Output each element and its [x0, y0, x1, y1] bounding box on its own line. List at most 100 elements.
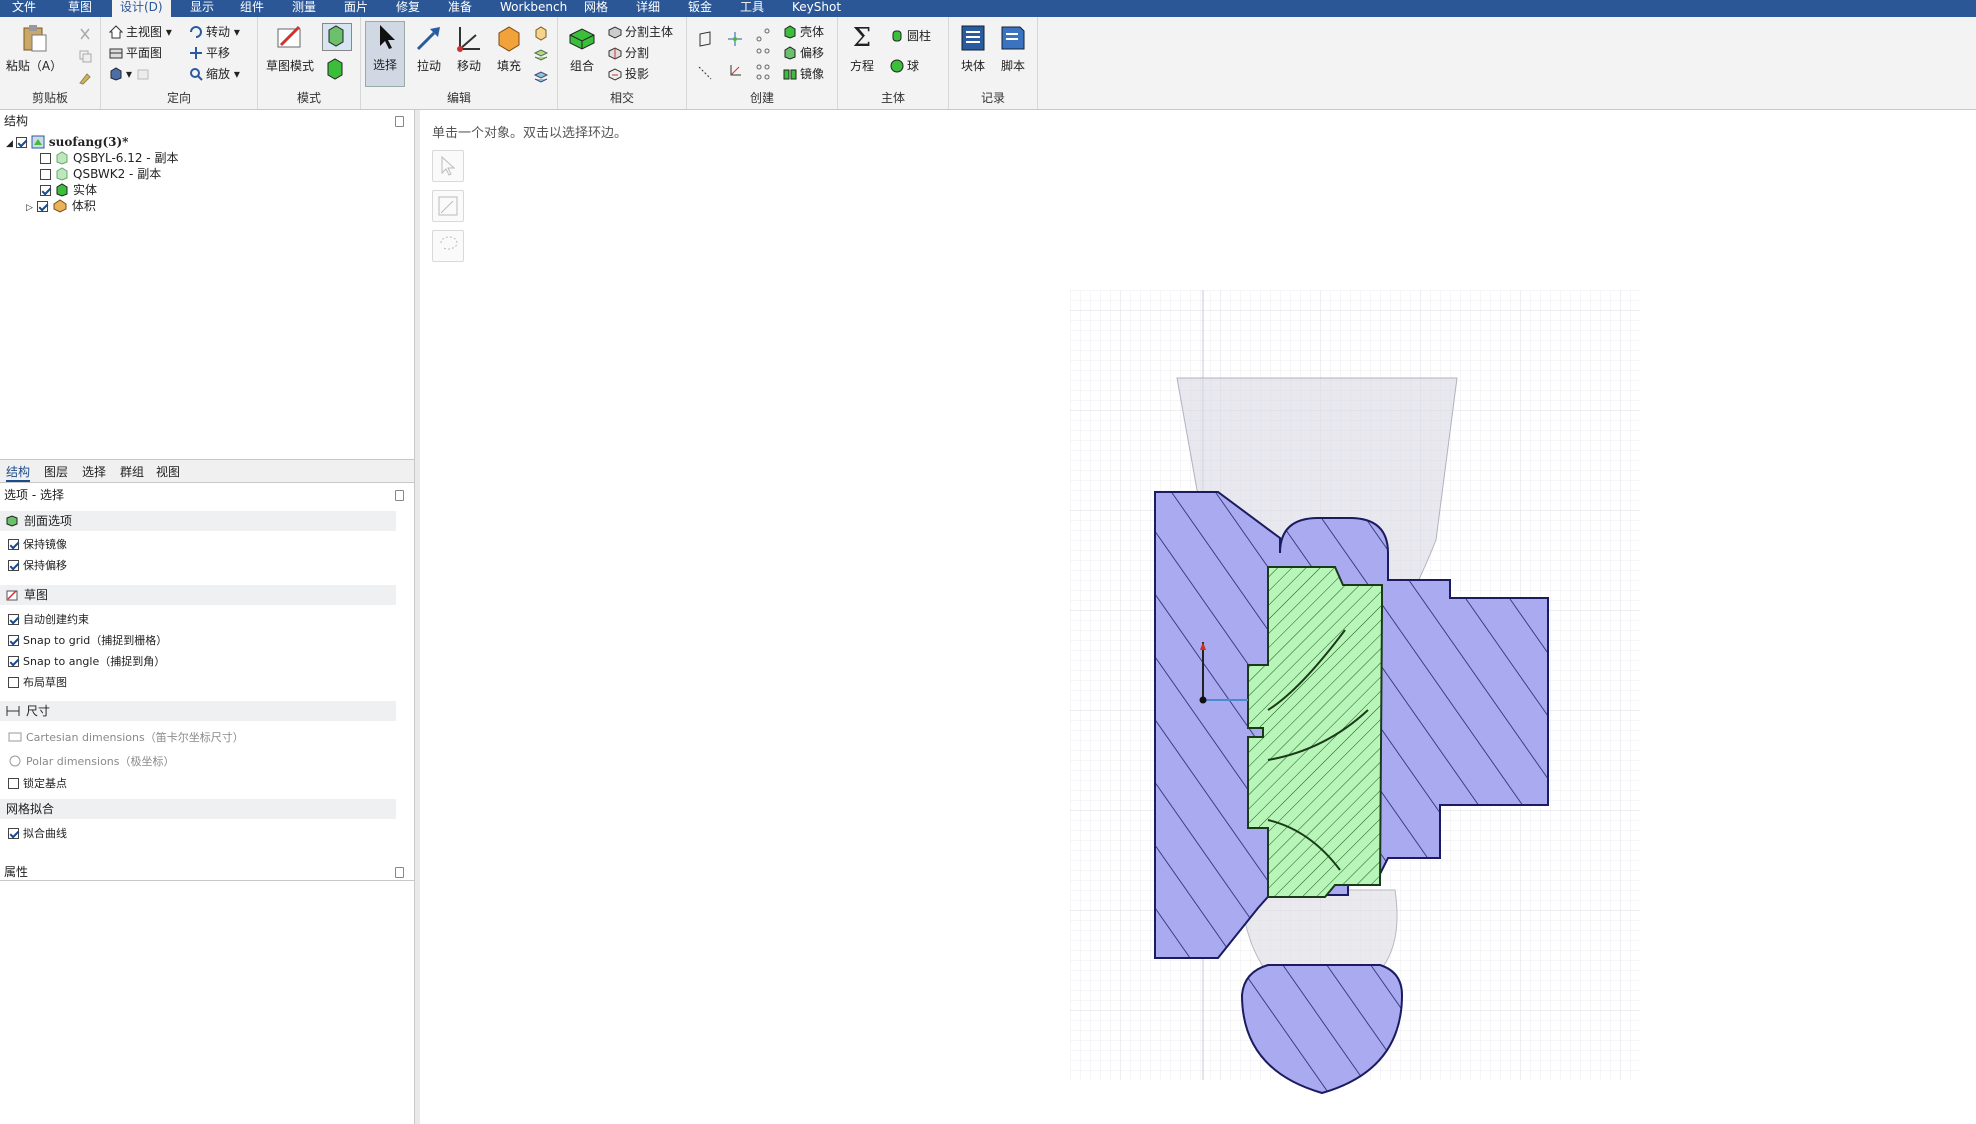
tree-item-qsbyl[interactable]: QSBYL-6.12 - 副本 — [40, 150, 178, 166]
tree-item-solid[interactable]: 实体 — [40, 182, 97, 198]
edit-extra-icon-2[interactable] — [533, 47, 549, 63]
fill-button[interactable]: 填充 — [489, 23, 529, 74]
point-icon[interactable] — [755, 27, 771, 43]
menu-tab-mesh[interactable]: 网格 — [576, 0, 616, 17]
tab-selection[interactable]: 选择 — [82, 463, 106, 480]
keep-mirror-checkbox[interactable] — [8, 539, 19, 550]
tree-item-checkbox[interactable] — [40, 153, 51, 164]
project-button[interactable]: 投影 — [608, 65, 649, 83]
keep-offset-option[interactable]: 保持偏移 — [8, 557, 67, 575]
tab-groups[interactable]: 群组 — [120, 463, 144, 480]
fit-curves-checkbox[interactable] — [8, 828, 19, 839]
menu-tab-measure[interactable]: 测量 — [284, 0, 324, 17]
equation-label: 方程 — [849, 59, 874, 73]
format-painter-icon[interactable] — [78, 71, 92, 85]
edit-extra-icon-3[interactable] — [533, 69, 549, 85]
menu-tab-prepare[interactable]: 准备 — [440, 0, 480, 17]
menu-tab-display[interactable]: 显示 — [182, 0, 222, 17]
equation-button[interactable]: Σ 方程 — [842, 23, 882, 74]
home-view-button[interactable]: 主视图 ▾ — [109, 23, 172, 41]
keep-offset-checkbox[interactable] — [8, 560, 19, 571]
select-button[interactable]: 选择 — [365, 21, 405, 87]
block-button[interactable]: 块体 — [953, 23, 993, 74]
move-button[interactable]: 移动 — [449, 23, 489, 74]
tab-layers[interactable]: 图层 — [44, 463, 68, 480]
menu-tab-facets[interactable]: 面片 — [336, 0, 376, 17]
snap-angle-checkbox[interactable] — [8, 656, 19, 667]
edit-extra-icon-1[interactable] — [533, 25, 549, 41]
lock-points-checkbox[interactable] — [8, 778, 19, 789]
sketch-mode-label: 草图模式 — [265, 59, 314, 73]
script-button[interactable]: 脚本 — [993, 23, 1033, 74]
tree-root-checkbox[interactable] — [15, 137, 27, 148]
tree-item-volume[interactable]: ▷ 体积 — [26, 198, 96, 214]
fit-curves-option[interactable]: 拟合曲线 — [8, 825, 67, 843]
rotate-button[interactable]: 转动 ▾ — [189, 23, 240, 41]
auto-constraints-option[interactable]: 自动创建约束 — [8, 611, 89, 629]
cylinder-button[interactable]: 圆柱 — [890, 27, 931, 45]
cartesian-dimensions-option[interactable]: Cartesian dimensions（笛卡尔坐标尺寸） — [8, 729, 244, 747]
tree-item-qsbwk2[interactable]: QSBWK2 - 副本 — [40, 166, 161, 182]
design-viewport[interactable]: 单击一个对象。双击以选择环边。 — [420, 110, 1976, 1124]
plane-icon[interactable] — [697, 31, 713, 47]
group-mode: 草图模式 模式 — [258, 17, 361, 109]
tab-structure[interactable]: 结构 — [6, 463, 31, 482]
plan-view-button[interactable]: 平面图 — [109, 44, 162, 62]
panel-tabs: 结构 图层 选择 群组 视图 — [0, 459, 414, 483]
layout-sketch-option[interactable]: 布局草图 — [8, 674, 67, 692]
tree-item-checkbox[interactable] — [40, 169, 51, 180]
menu-tab-workbench[interactable]: Workbench — [492, 0, 575, 17]
sketch-mode-button[interactable]: 草图模式 — [264, 23, 316, 74]
line-icon[interactable] — [697, 65, 713, 81]
menu-tab-detail[interactable]: 详细 — [628, 0, 668, 17]
lock-points-option[interactable]: 锁定基点 — [8, 775, 67, 793]
menu-tab-design[interactable]: 设计(D) — [112, 0, 171, 17]
section-mode-button[interactable] — [322, 23, 352, 51]
tree-item-checkbox[interactable] — [36, 201, 48, 212]
offset-button[interactable]: 偏移 — [783, 44, 824, 62]
cut-icon[interactable] — [78, 27, 92, 41]
snap-angle-option[interactable]: Snap to angle（捕捉到角） — [8, 653, 165, 671]
paste-button[interactable]: 粘贴（A） — [2, 23, 66, 74]
snap-grid-option[interactable]: Snap to grid（捕捉到栅格） — [8, 632, 167, 650]
collapse-arrow-icon[interactable]: ◢ — [6, 139, 13, 149]
combine-button[interactable]: 组合 — [562, 23, 602, 74]
origin-icon[interactable] — [727, 63, 743, 79]
menu-tab-file[interactable]: 文件 — [4, 0, 44, 17]
polar-dimensions-option[interactable]: Polar dimensions（极坐标） — [8, 753, 175, 771]
mirror-label: 镜像 — [800, 67, 825, 81]
shell-button[interactable]: 壳体 — [783, 23, 824, 41]
mirror-button[interactable]: 镜像 — [783, 65, 824, 83]
pin-icon[interactable] — [395, 490, 404, 501]
menu-tab-tools[interactable]: 工具 — [732, 0, 772, 17]
pin-icon[interactable] — [395, 867, 404, 878]
auto-constraints-checkbox[interactable] — [8, 614, 19, 625]
tree-root[interactable]: ◢ suofang(3)* — [6, 134, 128, 150]
axis-icon[interactable] — [727, 31, 743, 47]
view-cube-button[interactable]: ▾ — [109, 65, 153, 83]
snap-grid-checkbox[interactable] — [8, 635, 19, 646]
sphere-button[interactable]: 球 — [890, 57, 919, 75]
pattern-icon[interactable] — [755, 47, 771, 83]
pull-button[interactable]: 拉动 — [409, 23, 449, 74]
layout-sketch-checkbox[interactable] — [8, 677, 19, 688]
tree-item-checkbox[interactable] — [40, 185, 51, 196]
menu-tab-sketch[interactable]: 草图 — [60, 0, 100, 17]
3d-mode-button[interactable] — [322, 57, 350, 83]
split-button[interactable]: 分割 — [608, 44, 649, 62]
zoom-button[interactable]: 缩放 ▾ — [189, 65, 240, 83]
tab-views[interactable]: 视图 — [156, 463, 180, 480]
expand-arrow-icon[interactable]: ▷ — [26, 203, 33, 213]
split-body-button[interactable]: 分割主体 — [608, 23, 673, 41]
keep-mirror-option[interactable]: 保持镜像 — [8, 536, 67, 554]
menu-tab-sheetmetal[interactable]: 钣金 — [680, 0, 720, 17]
menu-tab-repair[interactable]: 修复 — [388, 0, 428, 17]
menu-tab-keyshot[interactable]: KeyShot — [784, 0, 849, 17]
copy-icon[interactable] — [78, 49, 92, 63]
pan-button[interactable]: 平移 — [189, 44, 230, 62]
menu-tab-assembly[interactable]: 组件 — [232, 0, 272, 17]
impeller-section[interactable] — [1247, 566, 1383, 898]
shell-label: 壳体 — [800, 25, 825, 39]
pin-icon[interactable] — [395, 116, 404, 127]
cad-model-canvas[interactable] — [420, 110, 1976, 1124]
